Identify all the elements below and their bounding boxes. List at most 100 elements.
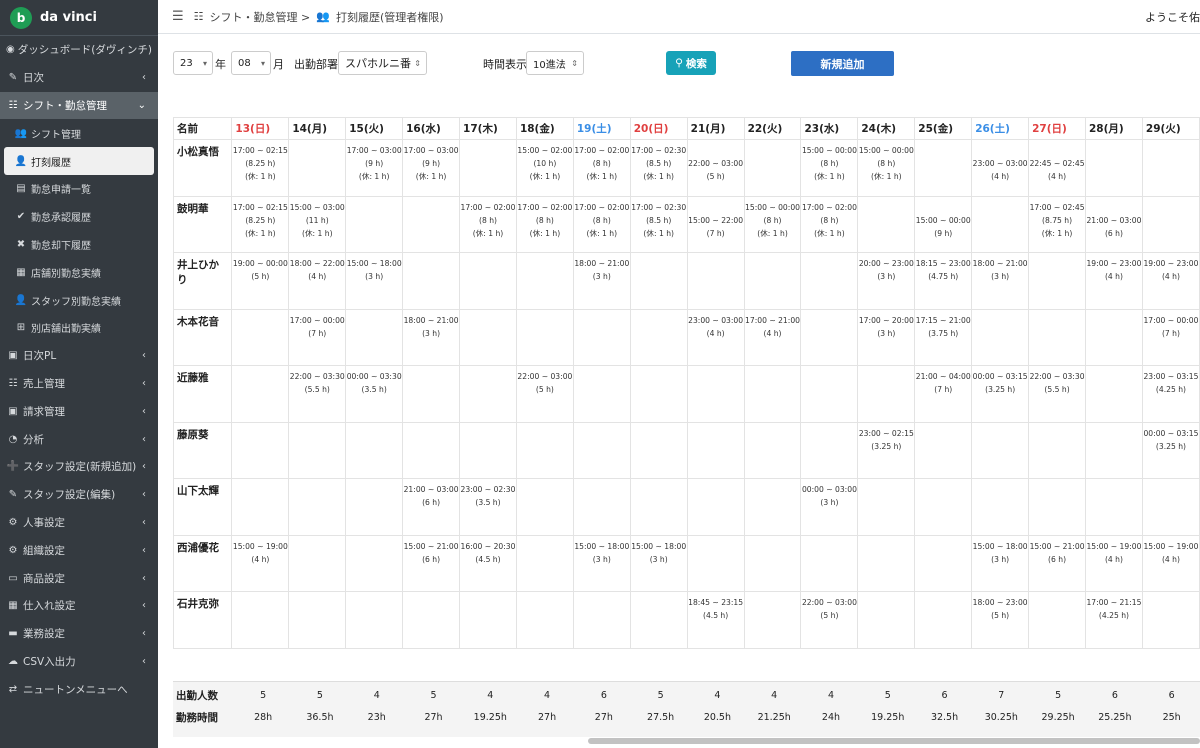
shift-cell[interactable]: [686, 252, 745, 310]
shift-cell[interactable]: [231, 365, 290, 423]
horizontal-scrollbar[interactable]: [588, 738, 1200, 744]
shift-cell[interactable]: 18:45 ~ 23:15 (4.5 h): [686, 591, 745, 649]
shift-cell[interactable]: [345, 308, 404, 366]
shift-cell[interactable]: [345, 534, 404, 592]
shift-cell[interactable]: [686, 478, 745, 536]
shift-cell[interactable]: 18:00 ~ 21:00 (3 h): [402, 308, 461, 366]
shift-cell[interactable]: [288, 478, 347, 536]
sidebar-item[interactable]: ⇄ ニュートンメニューへ: [0, 675, 158, 703]
shift-cell[interactable]: [1141, 139, 1200, 197]
shift-cell[interactable]: [743, 365, 802, 423]
shift-cell[interactable]: [572, 478, 631, 536]
shift-cell[interactable]: [914, 421, 973, 479]
year-select[interactable]: 23 ▾: [173, 51, 213, 75]
shift-cell[interactable]: 15:00 ~ 18:00 (3 h): [572, 534, 631, 592]
sidebar-item[interactable]: ▣ 請求管理 ‹: [0, 397, 158, 425]
shift-cell[interactable]: [402, 365, 461, 423]
shift-cell[interactable]: [800, 252, 859, 310]
shift-cell[interactable]: [288, 421, 347, 479]
sidebar-item[interactable]: ◉ ダッシュボード(ダヴィンチ): [0, 36, 158, 64]
shift-cell[interactable]: [402, 591, 461, 649]
shift-cell[interactable]: [629, 365, 688, 423]
sidebar-item[interactable]: ▦ 店舗別勤怠実績: [0, 258, 158, 286]
shift-cell[interactable]: [1028, 421, 1086, 479]
shift-cell[interactable]: 22:00 ~ 03:00 (5 h): [800, 591, 859, 649]
shift-cell[interactable]: [743, 252, 802, 310]
shift-cell[interactable]: 17:15 ~ 21:00 (3.75 h): [914, 308, 973, 366]
shift-cell[interactable]: 17:00 ~ 02:00 (8 h) (休: 1 h): [459, 195, 517, 253]
sidebar-item[interactable]: ✔ 勤怠承認履歴: [0, 203, 158, 231]
shift-cell[interactable]: 23:00 ~ 02:15 (3.25 h): [857, 421, 916, 479]
shift-cell[interactable]: [1085, 308, 1143, 366]
shift-cell[interactable]: [743, 534, 802, 592]
shift-cell[interactable]: 23:00 ~ 03:00 (4 h): [971, 139, 1030, 197]
sidebar-item[interactable]: ✎ スタッフ設定(編集) ‹: [0, 481, 158, 509]
shift-cell[interactable]: 15:00 ~ 18:00 (3 h): [971, 534, 1030, 592]
sidebar-item[interactable]: ➕ スタッフ設定(新規追加) ‹: [0, 453, 158, 481]
shift-cell[interactable]: 17:00 ~ 02:30 (8.5 h) (休: 1 h): [629, 139, 688, 197]
shift-cell[interactable]: 22:00 ~ 03:00 (5 h): [515, 365, 574, 423]
shift-cell[interactable]: 22:45 ~ 02:45 (4 h): [1028, 139, 1086, 197]
shift-cell[interactable]: [572, 365, 631, 423]
shift-cell[interactable]: [686, 534, 745, 592]
shift-cell[interactable]: [1028, 591, 1086, 649]
sidebar-item[interactable]: ▣ 日次PL ‹: [0, 342, 158, 370]
sidebar-item[interactable]: ▭ 商品設定 ‹: [0, 564, 158, 592]
shift-cell[interactable]: [1085, 139, 1143, 197]
shift-cell[interactable]: [743, 421, 802, 479]
shift-cell[interactable]: [572, 308, 631, 366]
shift-cell[interactable]: 15:00 ~ 18:00 (3 h): [629, 534, 688, 592]
shift-cell[interactable]: 15:00 ~ 03:00 (11 h) (休: 1 h): [288, 195, 347, 253]
shift-cell[interactable]: 00:00 ~ 03:30 (3.5 h): [345, 365, 404, 423]
sidebar-item[interactable]: 👥 シフト管理: [0, 119, 158, 147]
sidebar-item[interactable]: ▬ 業務設定 ‹: [0, 620, 158, 648]
shift-cell[interactable]: [231, 591, 290, 649]
shift-cell[interactable]: 15:00 ~ 18:00 (3 h): [345, 252, 404, 310]
shift-cell[interactable]: [857, 478, 916, 536]
shift-cell[interactable]: [459, 139, 517, 197]
shift-cell[interactable]: 15:00 ~ 21:00 (6 h): [402, 534, 461, 592]
shift-cell[interactable]: [402, 421, 461, 479]
shift-cell[interactable]: 17:00 ~ 02:45 (8.75 h) (休: 1 h): [1028, 195, 1086, 253]
shift-cell[interactable]: [857, 591, 916, 649]
shift-cell[interactable]: [1141, 591, 1200, 649]
shift-cell[interactable]: [914, 478, 973, 536]
shift-cell[interactable]: 17:00 ~ 03:00 (9 h) (休: 1 h): [345, 139, 404, 197]
shift-cell[interactable]: 18:00 ~ 22:00 (4 h): [288, 252, 347, 310]
shift-cell[interactable]: [800, 534, 859, 592]
shift-cell[interactable]: 17:00 ~ 20:00 (3 h): [857, 308, 916, 366]
shift-cell[interactable]: [515, 534, 574, 592]
shift-cell[interactable]: 15:00 ~ 19:00 (4 h): [1085, 534, 1143, 592]
sidebar-item[interactable]: 👤 スタッフ別勤怠実績: [0, 286, 158, 314]
shift-cell[interactable]: 00:00 ~ 03:00 (3 h): [800, 478, 859, 536]
shift-cell[interactable]: 17:00 ~ 02:00 (8 h) (休: 1 h): [800, 195, 859, 253]
shift-cell[interactable]: [800, 421, 859, 479]
shift-cell[interactable]: [288, 534, 347, 592]
shift-cell[interactable]: [459, 365, 517, 423]
shift-cell[interactable]: 17:00 ~ 21:00 (4 h): [743, 308, 802, 366]
shift-cell[interactable]: [743, 591, 802, 649]
shift-cell[interactable]: 19:00 ~ 23:00 (4 h): [1141, 252, 1200, 310]
sidebar-item[interactable]: ▦ 仕入れ設定 ‹: [0, 592, 158, 620]
sidebar-item[interactable]: ☷ シフト・勤怠管理 ⌄: [0, 91, 158, 120]
shift-cell[interactable]: [743, 139, 802, 197]
sidebar-item[interactable]: ⚙ 人事設定 ‹: [0, 509, 158, 537]
shift-cell[interactable]: 22:00 ~ 03:30 (5.5 h): [1028, 365, 1086, 423]
shift-cell[interactable]: [288, 591, 347, 649]
staff-name[interactable]: 鼓明華: [173, 195, 233, 253]
sidebar-item[interactable]: ⚙ 組織設定 ‹: [0, 536, 158, 564]
shift-cell[interactable]: 18:00 ~ 23:00 (5 h): [971, 591, 1030, 649]
shift-cell[interactable]: 18:15 ~ 23:00 (4.75 h): [914, 252, 973, 310]
staff-name[interactable]: 近藤雅: [173, 365, 233, 423]
shift-cell[interactable]: 23:00 ~ 03:00 (4 h): [686, 308, 745, 366]
shift-cell[interactable]: [629, 421, 688, 479]
shift-cell[interactable]: 15:00 ~ 00:00 (9 h): [914, 195, 973, 253]
time-format-select[interactable]: 10進法 ⇕: [526, 51, 584, 75]
shift-cell[interactable]: 15:00 ~ 22:00 (7 h): [686, 195, 745, 253]
shift-cell[interactable]: 15:00 ~ 21:00 (6 h): [1028, 534, 1086, 592]
staff-name[interactable]: 山下太輝: [173, 478, 233, 536]
shift-cell[interactable]: 17:00 ~ 02:00 (8 h) (休: 1 h): [572, 195, 631, 253]
shift-cell[interactable]: [686, 365, 745, 423]
shift-cell[interactable]: [1028, 478, 1086, 536]
shift-cell[interactable]: [1028, 252, 1086, 310]
